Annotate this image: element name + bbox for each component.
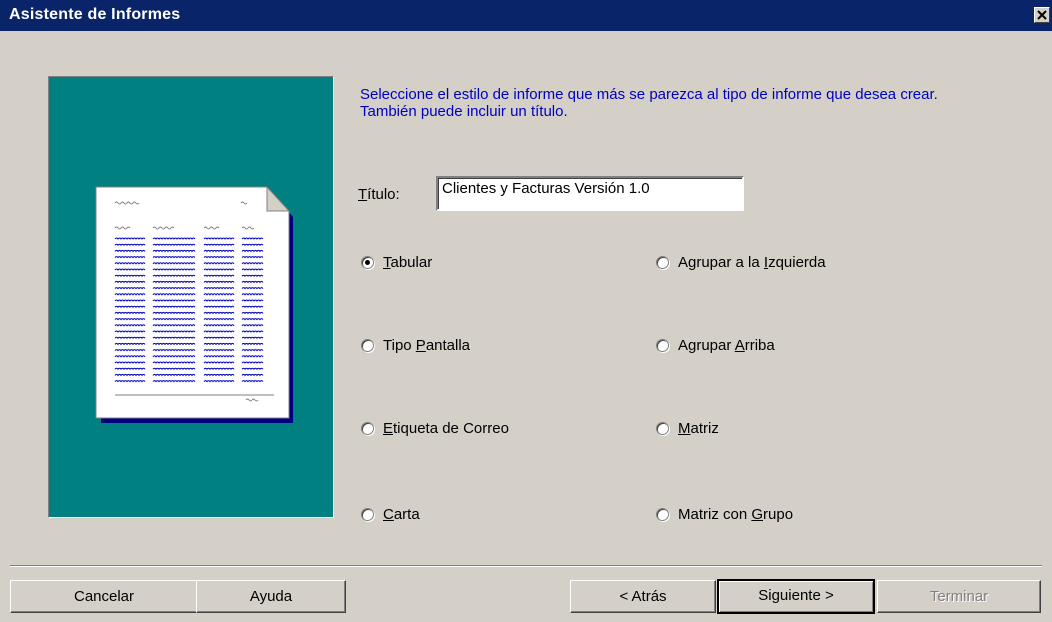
cancel-button[interactable]: Cancelar xyxy=(10,580,198,613)
next-button[interactable]: Siguiente > xyxy=(717,579,875,614)
radio-indicator xyxy=(656,255,669,269)
radio-matriz[interactable]: Matriz xyxy=(656,419,719,437)
radio-agrupar-arriba[interactable]: Agrupar Arriba xyxy=(656,336,775,354)
radio-indicator-checked xyxy=(361,255,374,269)
radio-tipo-pantalla[interactable]: Tipo Pantalla xyxy=(361,336,470,354)
button-separator xyxy=(10,565,1042,567)
radio-label-tabular: Tabular xyxy=(383,253,433,271)
radio-label-carta: Carta xyxy=(383,505,420,523)
title-bar: Asistente de Informes xyxy=(0,0,1052,31)
help-button[interactable]: Ayuda xyxy=(196,580,346,613)
instructions-text: Seleccione el estilo de informe que más … xyxy=(360,86,938,120)
close-icon xyxy=(1037,10,1047,20)
report-preview-icon xyxy=(95,185,293,423)
radio-indicator xyxy=(361,421,374,435)
report-style-preview xyxy=(48,76,334,518)
title-label: Título: xyxy=(358,186,400,203)
radio-label-matriz: Matriz xyxy=(678,419,719,437)
radio-label-etiqueta-correo: Etiqueta de Correo xyxy=(383,419,509,437)
radio-tabular[interactable]: Tabular xyxy=(361,253,432,271)
radio-indicator xyxy=(361,507,374,521)
radio-label-matriz-con-grupo: Matriz con Grupo xyxy=(678,505,794,523)
window-title: Asistente de Informes xyxy=(9,6,181,23)
radio-etiqueta-correo[interactable]: Etiqueta de Correo xyxy=(361,419,509,437)
radio-label-agrupar-izquierda: Agrupar a la Izquierda xyxy=(678,253,826,271)
radio-indicator xyxy=(656,421,669,435)
finish-button[interactable]: Terminar xyxy=(877,580,1041,613)
radio-label-tipo-pantalla: Tipo Pantalla xyxy=(383,336,471,354)
radio-label-agrupar-arriba: Agrupar Arriba xyxy=(678,336,775,354)
radio-indicator xyxy=(361,338,374,352)
radio-indicator xyxy=(656,338,669,352)
report-title-input[interactable] xyxy=(436,176,744,211)
radio-indicator xyxy=(656,507,669,521)
radio-matriz-con-grupo[interactable]: Matriz con Grupo xyxy=(656,505,793,523)
back-button[interactable]: < Atrás xyxy=(570,580,716,613)
close-button[interactable] xyxy=(1034,7,1050,23)
radio-agrupar-izquierda[interactable]: Agrupar a la Izquierda xyxy=(656,253,826,271)
radio-carta[interactable]: Carta xyxy=(361,505,420,523)
